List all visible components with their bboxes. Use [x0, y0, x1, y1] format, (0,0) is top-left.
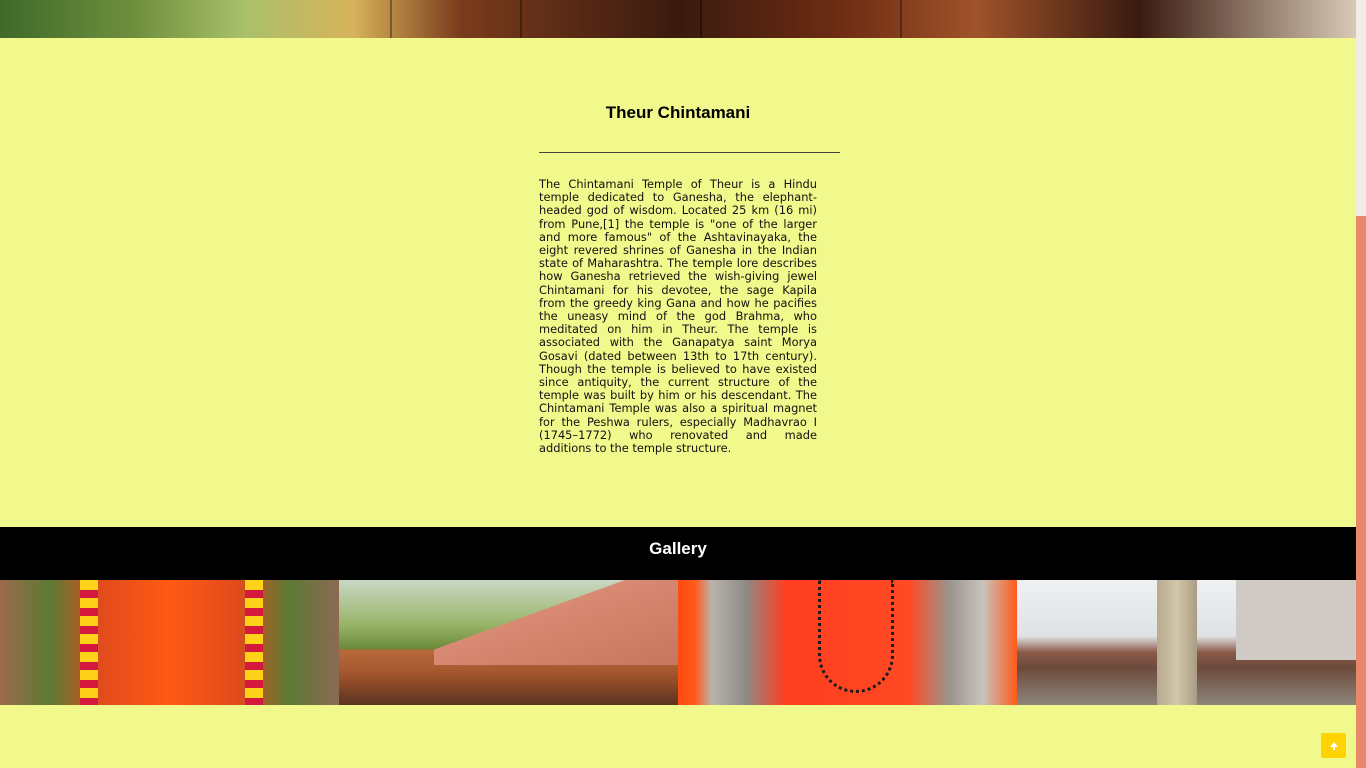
gallery-heading: Gallery [649, 539, 707, 558]
gallery-image-temple-hall[interactable] [339, 580, 678, 705]
hero-banner-image [0, 0, 1356, 38]
back-to-top-button[interactable] [1321, 733, 1346, 758]
scrollbar-thumb[interactable] [1356, 216, 1366, 768]
page-title: Theur Chintamani [605, 103, 751, 122]
temple-description: The Chintamani Temple of Theur is a Hind… [539, 177, 817, 456]
gallery-image-ganesha-idol[interactable] [0, 580, 339, 705]
gallery-image-ganesha-closeup[interactable] [678, 580, 1017, 705]
gallery-strip [0, 580, 1356, 705]
title-divider [539, 152, 840, 153]
gallery-image-temple-pillar[interactable] [1017, 580, 1356, 705]
arrow-up-icon [1329, 741, 1338, 750]
